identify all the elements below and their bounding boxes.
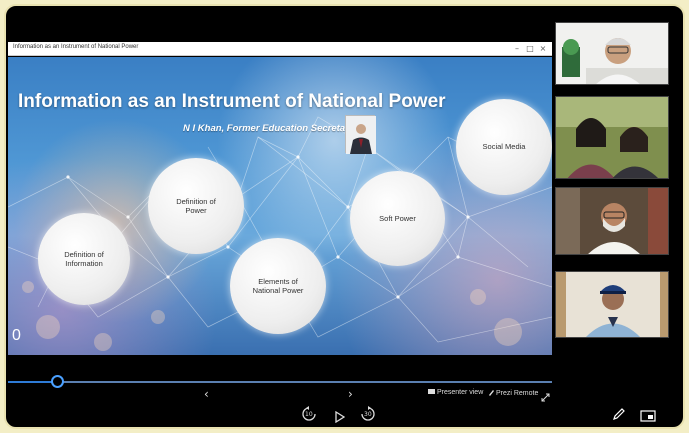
- maximize-button[interactable]: □: [524, 43, 536, 54]
- slide-number: 0: [12, 327, 21, 344]
- window-title-bar: Information as an Instrument of National…: [8, 42, 552, 56]
- screen-icon[interactable]: [640, 407, 656, 426]
- participant-video-3[interactable]: [555, 187, 669, 255]
- topic-label: Elements of National Power: [252, 276, 304, 295]
- topic-elements-of-national-power[interactable]: Elements of National Power: [230, 238, 326, 334]
- topic-label: Social Media: [482, 142, 526, 152]
- forward-label: 30: [364, 411, 372, 418]
- window-title: Information as an Instrument of National…: [13, 44, 139, 50]
- participant-avatar: [556, 272, 668, 337]
- progress-track[interactable]: [8, 381, 552, 383]
- prev-step-button[interactable]: ‹: [204, 387, 209, 401]
- presenter-view-label: Presenter view: [436, 389, 484, 396]
- slide-title: Information as an Instrument of National…: [18, 91, 446, 112]
- close-button[interactable]: ×: [537, 43, 549, 54]
- next-step-button[interactable]: ›: [348, 387, 353, 401]
- rewind-label: 10: [305, 411, 313, 418]
- topic-soft-power[interactable]: Soft Power: [350, 171, 445, 266]
- participant-avatar: [556, 97, 668, 178]
- presenter-view-button[interactable]: Presenter view: [428, 389, 483, 396]
- presenter-view-icon: [428, 389, 435, 394]
- topic-definition-of-power[interactable]: Definition of Power: [148, 158, 244, 254]
- topic-label: Definition of Information: [64, 249, 104, 268]
- play-button[interactable]: [335, 408, 346, 427]
- topic-label: Definition of Power: [176, 196, 216, 215]
- expand-icon[interactable]: [541, 387, 550, 406]
- topic-definition-of-information[interactable]: Definition of Information: [38, 213, 130, 305]
- pen-icon[interactable]: [612, 406, 626, 425]
- participant-avatar: [556, 23, 668, 84]
- slide-subtitle: N I Khan, Former Education Secretary: [183, 123, 355, 134]
- rewind-10-button[interactable]: 10: [301, 406, 317, 422]
- participant-video-2[interactable]: [555, 96, 669, 179]
- participant-video-4[interactable]: [555, 271, 669, 338]
- minimize-button[interactable]: –: [511, 43, 523, 54]
- progress-fill: [8, 381, 57, 383]
- presentation-controls: ‹ › Presenter view Prezi Remote: [8, 368, 552, 418]
- prezi-remote-button[interactable]: Prezi Remote: [488, 389, 538, 397]
- prezi-remote-label: Prezi Remote: [495, 390, 539, 397]
- participant-video-1[interactable]: [555, 22, 669, 85]
- participant-avatar: [556, 188, 668, 254]
- speaker-photo: [345, 115, 376, 154]
- remote-icon: [489, 390, 494, 396]
- topic-social-media[interactable]: Social Media: [456, 99, 552, 195]
- presentation-slide[interactable]: Information as an Instrument of National…: [8, 57, 552, 355]
- play-icon: [335, 410, 346, 424]
- forward-30-button[interactable]: 30: [360, 406, 376, 422]
- progress-knob[interactable]: [50, 375, 64, 388]
- topic-label: Soft Power: [379, 213, 416, 223]
